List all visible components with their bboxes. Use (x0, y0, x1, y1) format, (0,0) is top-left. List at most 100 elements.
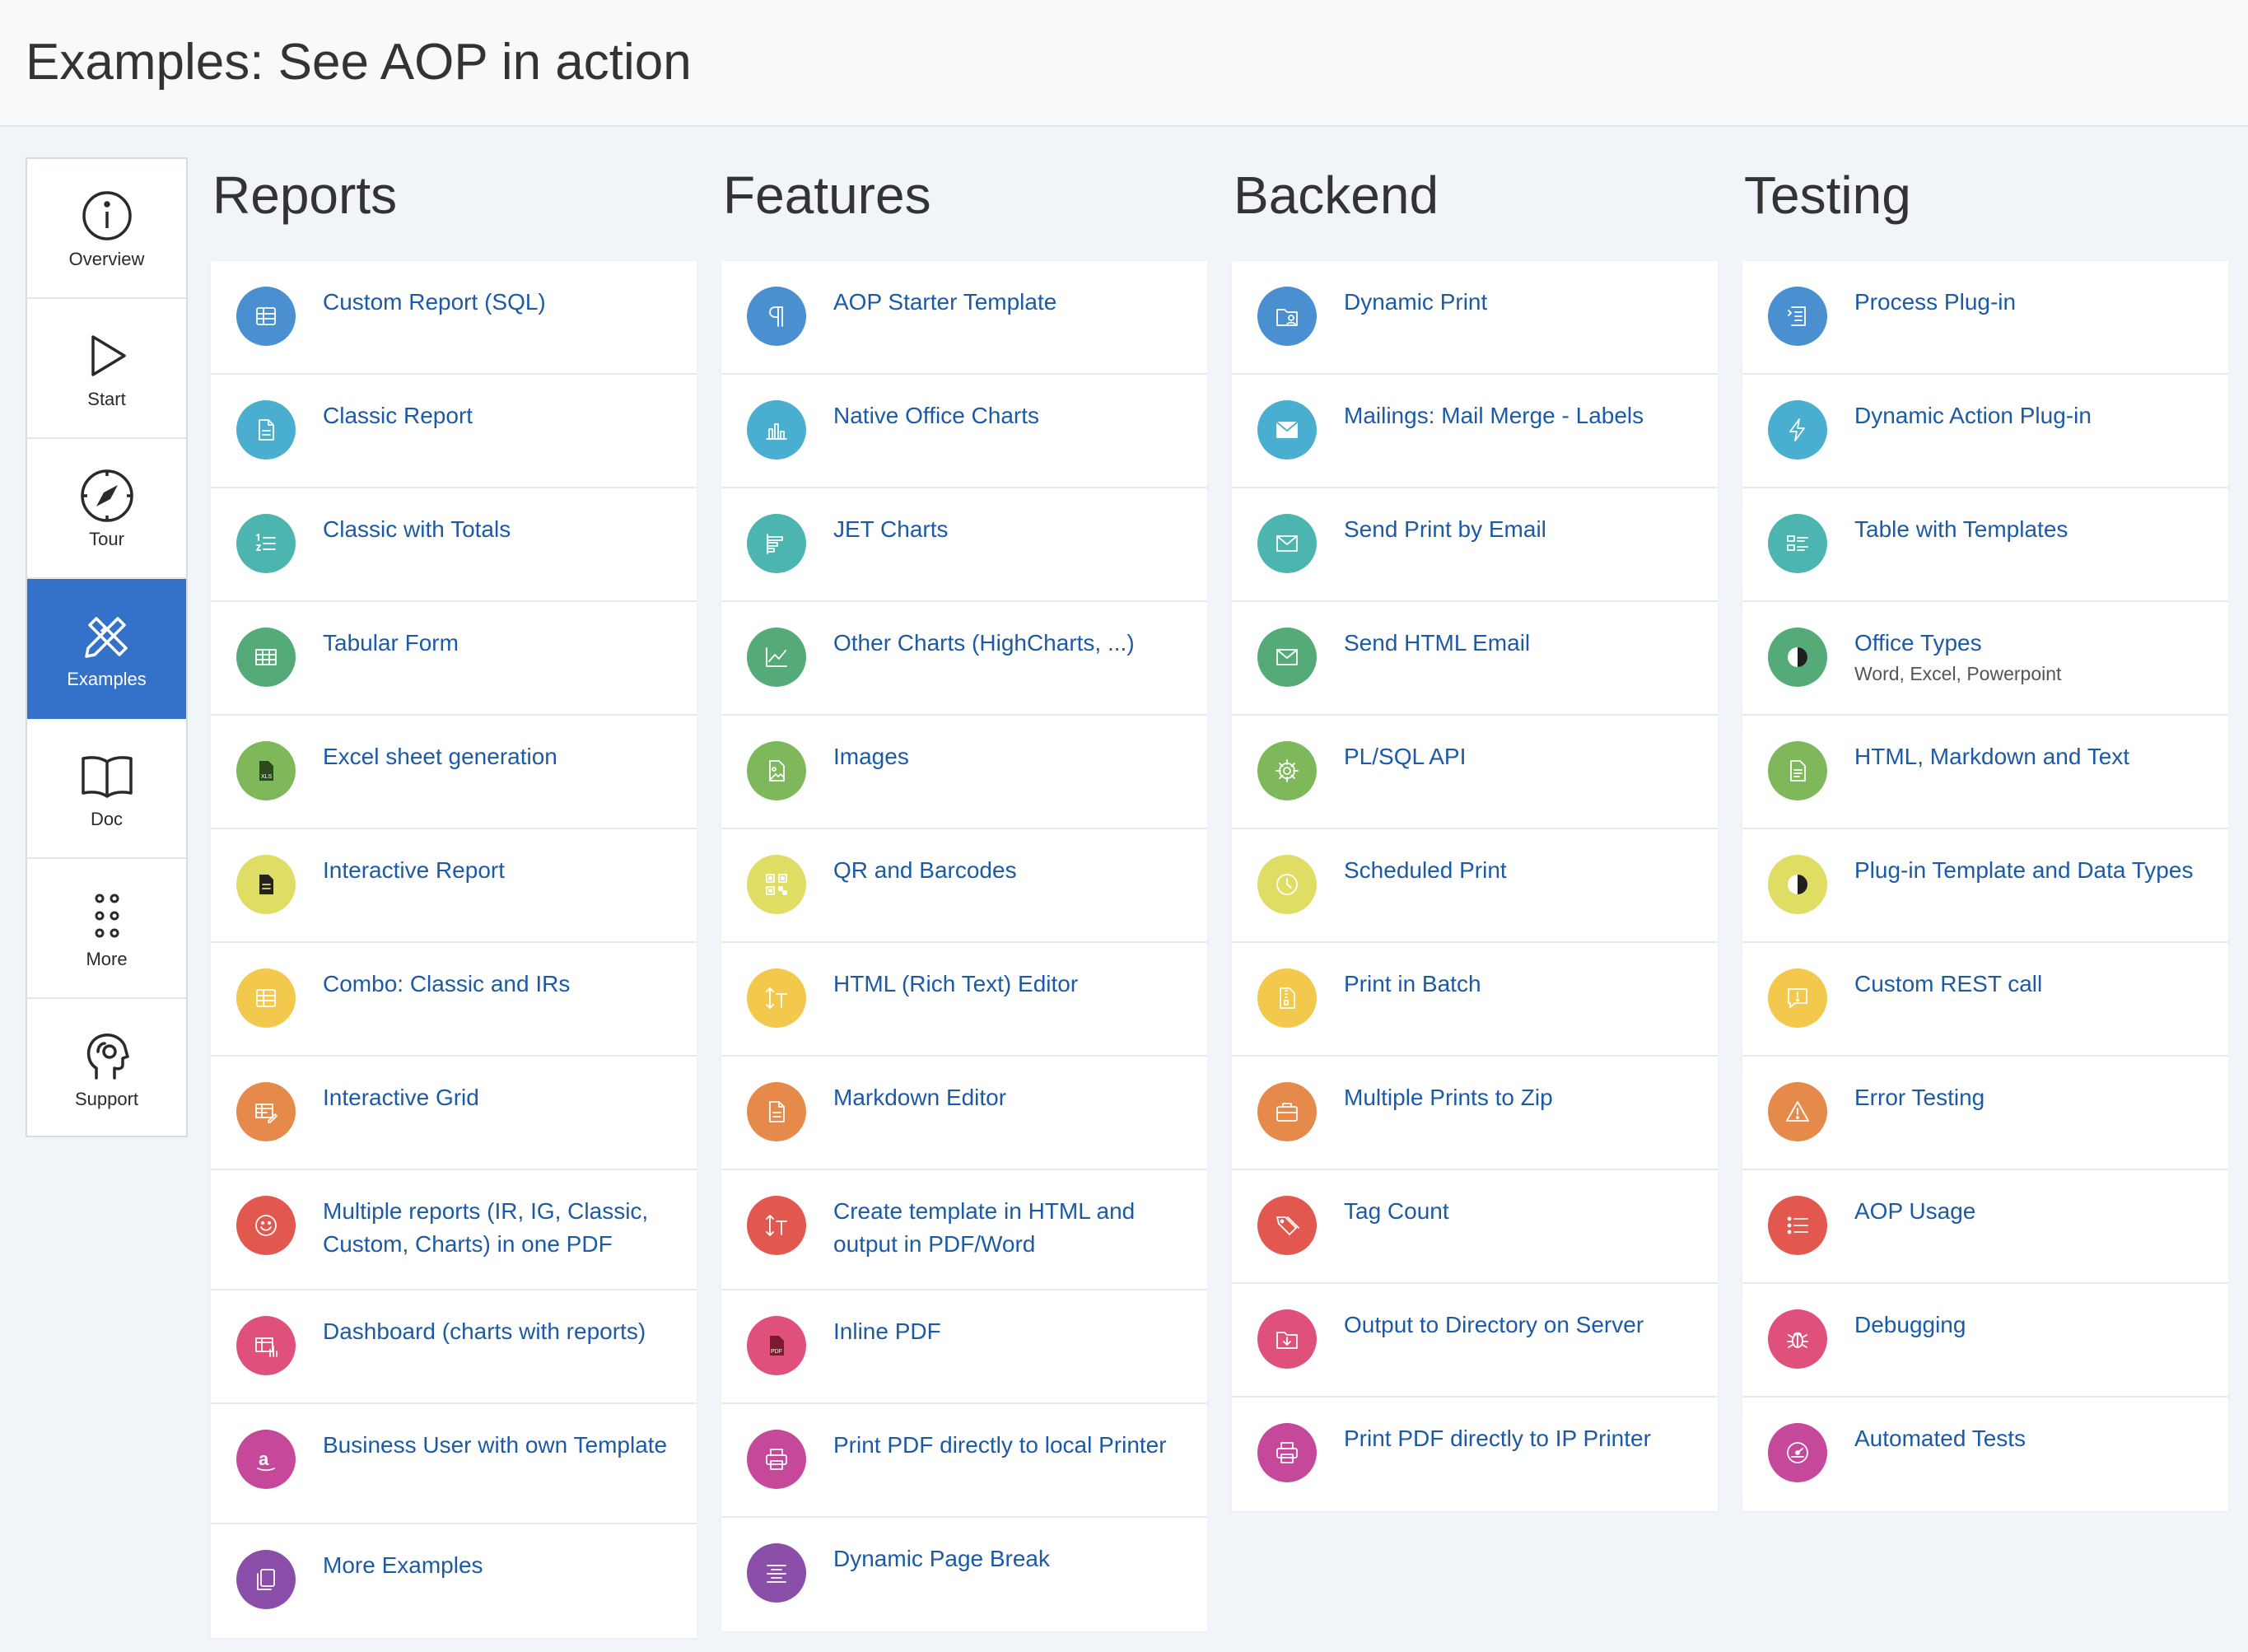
example-link[interactable]: AOP Usage (1854, 1195, 2208, 1228)
example-item[interactable]: Output to Directory on Server (1232, 1284, 1718, 1398)
example-item[interactable]: JET Charts (721, 488, 1207, 602)
example-link[interactable]: Interactive Grid (323, 1081, 677, 1114)
example-link[interactable]: Business User with own Template (323, 1429, 677, 1462)
example-link[interactable]: Tag Count (1344, 1195, 1698, 1228)
example-link[interactable]: Automated Tests (1854, 1422, 2208, 1455)
example-link[interactable]: Process Plug-in (1854, 286, 2208, 319)
example-item[interactable]: Plug-in Template and Data Types (1742, 829, 2228, 943)
example-item[interactable]: Debugging (1742, 1284, 2228, 1398)
example-link[interactable]: QR and Barcodes (833, 854, 1187, 887)
example-link[interactable]: AOP Starter Template (833, 286, 1187, 319)
example-item[interactable]: a Business User with own Template (211, 1404, 697, 1524)
example-link[interactable]: Debugging (1854, 1309, 2208, 1342)
example-link[interactable]: Print in Batch (1344, 968, 1698, 1001)
example-link[interactable]: Custom REST call (1854, 968, 2208, 1001)
example-item[interactable]: AOP Starter Template (721, 261, 1207, 375)
example-item[interactable]: Tabular Form (211, 602, 697, 716)
example-item[interactable]: Create template in HTML and output in PD… (721, 1170, 1207, 1290)
example-link[interactable]: Classic Report (323, 399, 677, 432)
example-item[interactable]: Dynamic Print (1232, 261, 1718, 375)
example-link[interactable]: Output to Directory on Server (1344, 1309, 1698, 1342)
example-link[interactable]: Print PDF directly to IP Printer (1344, 1422, 1698, 1455)
example-link[interactable]: Inline PDF (833, 1315, 1187, 1348)
example-link[interactable]: Scheduled Print (1344, 854, 1698, 887)
example-link[interactable]: Send HTML Email (1344, 627, 1698, 660)
example-link[interactable]: Markdown Editor (833, 1081, 1187, 1114)
example-item[interactable]: Send Print by Email (1232, 488, 1718, 602)
example-item[interactable]: HTML (Rich Text) Editor (721, 943, 1207, 1057)
nav-item-examples[interactable]: Examples (27, 579, 186, 719)
example-link[interactable]: More Examples (323, 1549, 677, 1582)
example-item[interactable]: Print PDF directly to local Printer (721, 1404, 1207, 1518)
example-link[interactable]: Error Testing (1854, 1081, 2208, 1114)
nav-item-tour[interactable]: Tour (27, 439, 186, 579)
example-link[interactable]: Send Print by Email (1344, 513, 1698, 546)
example-link[interactable]: Multiple Prints to Zip (1344, 1081, 1698, 1114)
nav-item-start[interactable]: Start (27, 299, 186, 439)
example-item[interactable]: Scheduled Print (1232, 829, 1718, 943)
example-item[interactable]: Classic Report (211, 375, 697, 488)
example-link[interactable]: Plug-in Template and Data Types (1854, 854, 2208, 887)
example-item[interactable]: Interactive Report (211, 829, 697, 943)
example-item[interactable]: PDF Inline PDF (721, 1290, 1207, 1404)
example-link[interactable]: Excel sheet generation (323, 740, 677, 773)
example-item[interactable]: Send HTML Email (1232, 602, 1718, 716)
example-link[interactable]: HTML, Markdown and Text (1854, 740, 2208, 773)
example-link[interactable]: JET Charts (833, 513, 1187, 546)
nav-item-overview[interactable]: Overview (27, 159, 186, 299)
example-item[interactable]: Interactive Grid (211, 1057, 697, 1170)
example-item[interactable]: More Examples (211, 1524, 697, 1638)
example-item[interactable]: Tag Count (1232, 1170, 1718, 1284)
nav-item-doc[interactable]: Doc (27, 719, 186, 859)
example-link[interactable]: Native Office Charts (833, 399, 1187, 432)
example-item[interactable]: PL/SQL API (1232, 716, 1718, 829)
example-item[interactable]: Multiple Prints to Zip (1232, 1057, 1718, 1170)
example-link[interactable]: Create template in HTML and output in PD… (833, 1195, 1187, 1261)
example-item[interactable]: Office Types Word, Excel, Powerpoint (1742, 602, 2228, 716)
example-item[interactable]: Images (721, 716, 1207, 829)
example-item[interactable]: Print in Batch (1232, 943, 1718, 1057)
example-link[interactable]: Dynamic Page Break (833, 1542, 1187, 1575)
example-link[interactable]: Print PDF directly to local Printer (833, 1429, 1187, 1462)
example-item[interactable]: Custom REST call (1742, 943, 2228, 1057)
example-link[interactable]: HTML (Rich Text) Editor (833, 968, 1187, 1001)
example-link[interactable]: Office Types (1854, 627, 2208, 660)
example-link[interactable]: Dashboard (charts with reports) (323, 1315, 677, 1348)
example-item[interactable]: Dynamic Action Plug-in (1742, 375, 2228, 488)
example-link[interactable]: Images (833, 740, 1187, 773)
example-link[interactable]: PL/SQL API (1344, 740, 1698, 773)
example-link[interactable]: Multiple reports (IR, IG, Classic, Custo… (323, 1195, 677, 1261)
example-item[interactable]: Other Charts (HighCharts, ...) (721, 602, 1207, 716)
example-item[interactable]: Process Plug-in (1742, 261, 2228, 375)
example-item[interactable]: Table with Templates (1742, 488, 2228, 602)
example-item[interactable]: Classic with Totals (211, 488, 697, 602)
example-link[interactable]: Other Charts (HighCharts, ...) (833, 627, 1187, 660)
example-item[interactable]: XLS Excel sheet generation (211, 716, 697, 829)
example-item[interactable]: Markdown Editor (721, 1057, 1207, 1170)
envelope-filled-icon (1257, 400, 1317, 460)
example-item[interactable]: HTML, Markdown and Text (1742, 716, 2228, 829)
example-item[interactable]: QR and Barcodes (721, 829, 1207, 943)
example-link[interactable]: Interactive Report (323, 854, 677, 887)
example-item[interactable]: Dashboard (charts with reports) (211, 1290, 697, 1404)
example-link[interactable]: Dynamic Print (1344, 286, 1698, 319)
example-item[interactable]: Error Testing (1742, 1057, 2228, 1170)
example-item[interactable]: Automated Tests (1742, 1398, 2228, 1511)
example-item[interactable]: Multiple reports (IR, IG, Classic, Custo… (211, 1170, 697, 1290)
example-item[interactable]: Mailings: Mail Merge - Labels (1232, 375, 1718, 488)
example-link[interactable]: Custom Report (SQL) (323, 286, 677, 319)
nav-item-support[interactable]: Support (27, 999, 186, 1139)
example-item[interactable]: Print PDF directly to IP Printer (1232, 1398, 1718, 1511)
example-link[interactable]: Dynamic Action Plug-in (1854, 399, 2208, 432)
example-link[interactable]: Table with Templates (1854, 513, 2208, 546)
example-link[interactable]: Combo: Classic and IRs (323, 968, 677, 1001)
nav-item-more[interactable]: More (27, 859, 186, 999)
example-link[interactable]: Classic with Totals (323, 513, 677, 546)
example-item[interactable]: Native Office Charts (721, 375, 1207, 488)
example-item[interactable]: AOP Usage (1742, 1170, 2228, 1284)
example-link[interactable]: Tabular Form (323, 627, 677, 660)
example-item[interactable]: Dynamic Page Break (721, 1518, 1207, 1631)
example-item[interactable]: Custom Report (SQL) (211, 261, 697, 375)
example-link[interactable]: Mailings: Mail Merge - Labels (1344, 399, 1698, 432)
example-item[interactable]: Combo: Classic and IRs (211, 943, 697, 1057)
